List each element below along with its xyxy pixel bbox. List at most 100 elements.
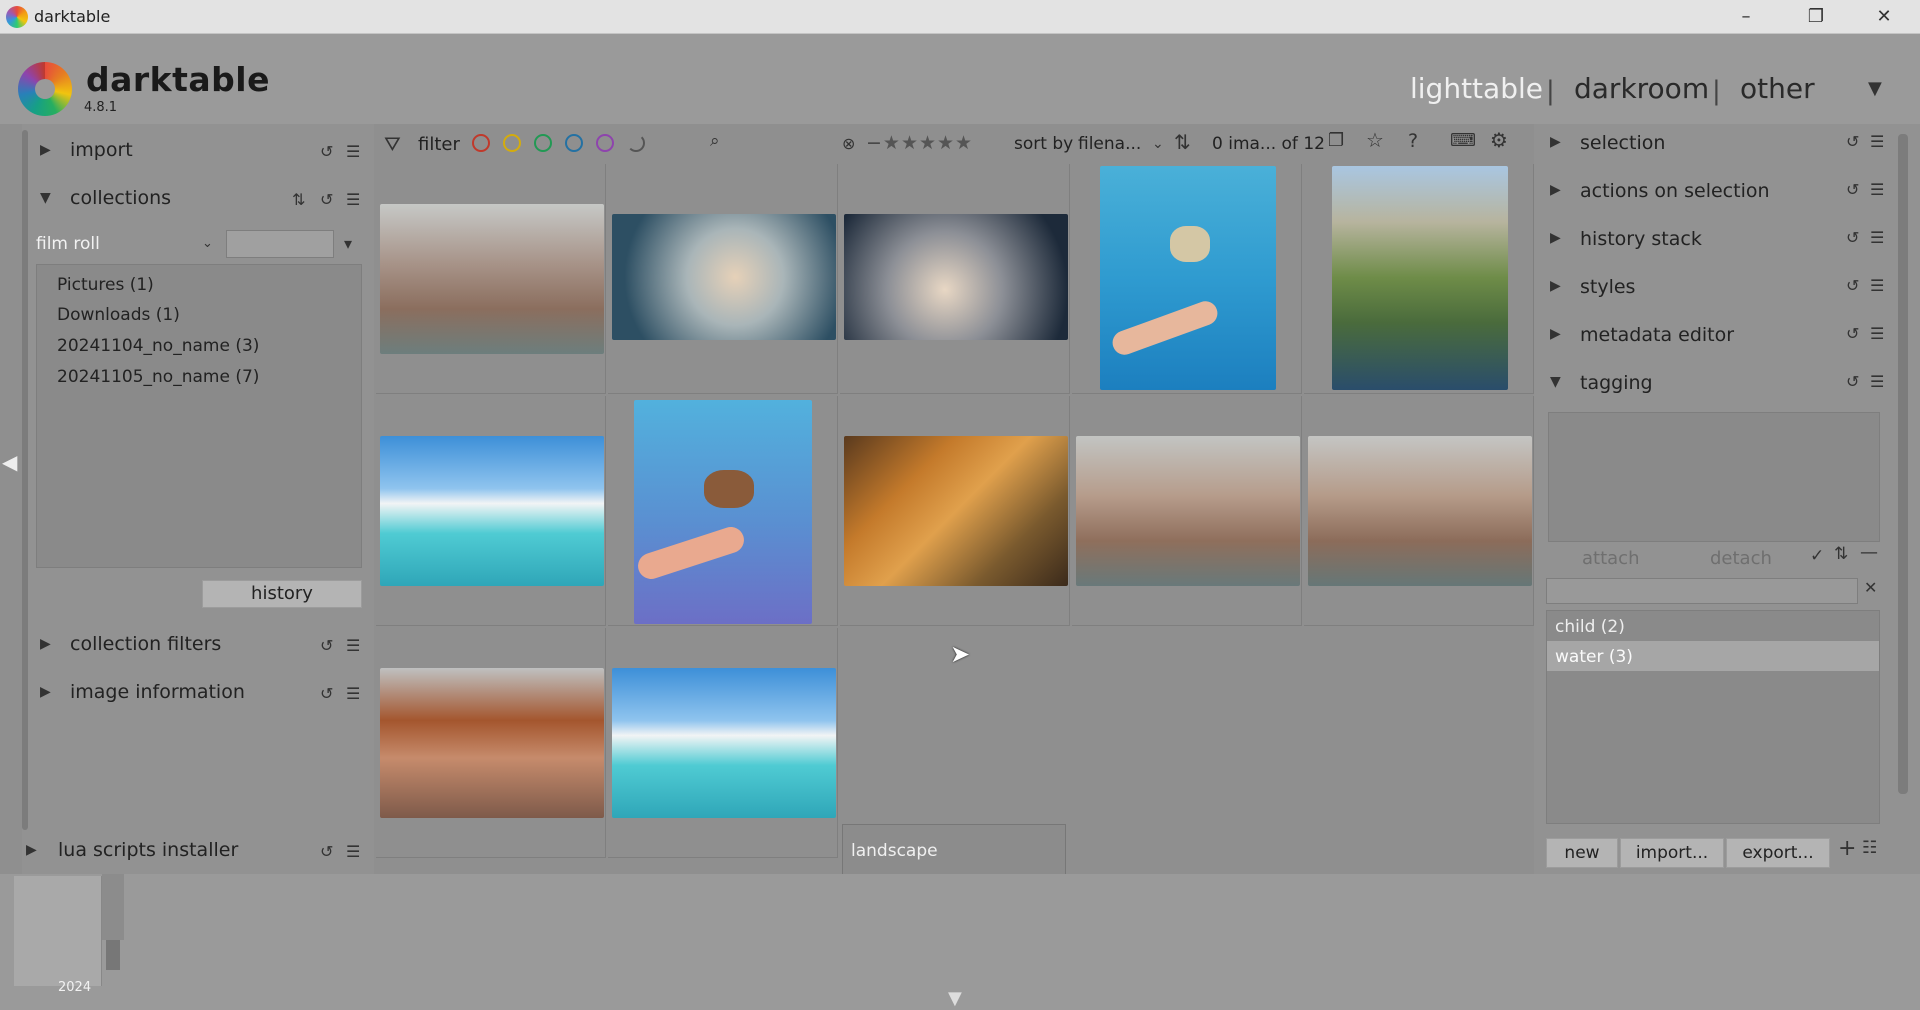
color-label-blue-icon[interactable] bbox=[565, 134, 583, 152]
thumbnail-cell[interactable] bbox=[1304, 396, 1534, 626]
reset-icon[interactable]: ↺ bbox=[320, 842, 333, 861]
thumbnail-cell[interactable] bbox=[608, 628, 838, 858]
rating-filter-stars[interactable]: −★★★★★ bbox=[866, 132, 973, 154]
film-roll-search-input[interactable] bbox=[226, 230, 334, 258]
thumbnail-cell[interactable] bbox=[376, 164, 606, 394]
list-item[interactable]: Downloads (1) bbox=[57, 305, 180, 325]
help-icon[interactable]: ? bbox=[1408, 130, 1418, 152]
thumbnail-cell[interactable] bbox=[1072, 396, 1302, 626]
thumbnail-cell[interactable] bbox=[840, 164, 1070, 394]
tag-entry-input[interactable] bbox=[1546, 578, 1858, 604]
presets-icon[interactable]: ☰ bbox=[346, 142, 360, 161]
export-tags-button[interactable]: export... bbox=[1726, 838, 1830, 868]
reset-icon[interactable]: ↺ bbox=[1846, 324, 1859, 343]
module-styles[interactable]: ▶ styles ↺ ☰ bbox=[1544, 268, 1904, 308]
filter-funnel-icon[interactable]: ⛛ bbox=[384, 132, 401, 156]
module-tagging[interactable]: ▼ tagging ↺ ☰ bbox=[1544, 364, 1904, 404]
presets-icon[interactable]: ☰ bbox=[1870, 276, 1884, 295]
thumbnail-image[interactable] bbox=[1100, 166, 1276, 390]
thumbnail-image[interactable] bbox=[634, 400, 812, 624]
reset-icon[interactable]: ↺ bbox=[320, 636, 333, 655]
color-label-green-icon[interactable] bbox=[534, 134, 552, 152]
list-item[interactable]: water (3) bbox=[1547, 641, 1879, 671]
presets-icon[interactable]: ☰ bbox=[1870, 372, 1884, 391]
thumbnail-cell[interactable] bbox=[1304, 164, 1534, 394]
module-collections[interactable]: ▼ collections ⇅ ↺ ☰ bbox=[22, 182, 374, 216]
overlays-star-icon[interactable]: ☆ bbox=[1366, 128, 1384, 152]
filter-label[interactable]: filter bbox=[418, 134, 460, 155]
sort-field-select[interactable]: filena... bbox=[1078, 134, 1141, 154]
color-label-red-icon[interactable] bbox=[472, 134, 490, 152]
search-input[interactable]: ⌕ bbox=[698, 128, 830, 158]
view-darkroom[interactable]: darkroom bbox=[1574, 72, 1709, 105]
thumbnail-image[interactable] bbox=[380, 204, 604, 354]
toggle-sort-icon[interactable]: ⇅ bbox=[1834, 544, 1848, 564]
import-tags-button[interactable]: import... bbox=[1620, 838, 1724, 868]
chevron-down-icon[interactable]: ⌄ bbox=[1152, 136, 1164, 152]
presets-icon[interactable]: ☰ bbox=[346, 842, 360, 861]
presets-icon[interactable]: ☰ bbox=[1870, 132, 1884, 151]
sort-icon[interactable]: ⇅ bbox=[292, 190, 305, 209]
module-actions-on-selection[interactable]: ▶ actions on selection ↺ ☰ bbox=[1544, 172, 1904, 212]
history-button[interactable]: history bbox=[202, 580, 362, 608]
presets-icon[interactable]: ☰ bbox=[346, 684, 360, 703]
close-button[interactable]: ✕ bbox=[1864, 4, 1904, 30]
reset-icon[interactable]: ↺ bbox=[1846, 132, 1859, 151]
module-metadata-editor[interactable]: ▶ metadata editor ↺ ☰ bbox=[1544, 316, 1904, 356]
shortcuts-keyboard-icon[interactable]: ⌨ bbox=[1450, 130, 1476, 151]
module-history-stack[interactable]: ▶ history stack ↺ ☰ bbox=[1544, 220, 1904, 260]
reset-icon[interactable]: ↺ bbox=[1846, 228, 1859, 247]
rule-dropdown-icon[interactable]: ▾ bbox=[344, 234, 352, 253]
reset-icon[interactable]: ↺ bbox=[1846, 276, 1859, 295]
new-tag-button[interactable]: new bbox=[1546, 838, 1618, 868]
module-image-information[interactable]: ▶ image information ↺ ☰ bbox=[22, 676, 374, 710]
thumbnail-cell[interactable] bbox=[608, 164, 838, 394]
thumbnail-cell[interactable] bbox=[1072, 164, 1302, 394]
timeline-bar[interactable] bbox=[106, 940, 120, 970]
list-item[interactable]: child (2) bbox=[1547, 611, 1879, 641]
reset-icon[interactable]: ↺ bbox=[320, 684, 333, 703]
module-collection-filters[interactable]: ▶ collection filters ↺ ☰ bbox=[22, 628, 374, 662]
other-dropdown-icon[interactable]: ▼ bbox=[1868, 78, 1882, 99]
left-scrollbar[interactable] bbox=[22, 130, 28, 830]
timeline-block[interactable] bbox=[14, 876, 102, 986]
presets-icon[interactable]: ☰ bbox=[1870, 180, 1884, 199]
reject-icon[interactable]: ⊗ bbox=[842, 134, 855, 153]
list-view-icon[interactable]: ☷ bbox=[1862, 838, 1877, 858]
thumbnail-image[interactable] bbox=[380, 668, 604, 818]
thumbnail-cell[interactable] bbox=[376, 396, 606, 626]
thumbnail-image[interactable] bbox=[380, 436, 604, 586]
thumbnail-image[interactable] bbox=[844, 214, 1068, 340]
preferences-gear-icon[interactable]: ⚙ bbox=[1490, 128, 1508, 152]
module-import[interactable]: ▶ import ↺ ☰ bbox=[22, 134, 374, 168]
color-label-all-icon[interactable] bbox=[627, 134, 645, 152]
reset-icon[interactable]: ↺ bbox=[1846, 180, 1859, 199]
thumbnail-cell[interactable] bbox=[376, 628, 606, 858]
attach-button[interactable]: attach bbox=[1582, 548, 1639, 569]
reset-icon[interactable]: ↺ bbox=[320, 190, 333, 209]
thumbnail-cell[interactable] bbox=[840, 396, 1070, 626]
color-label-yellow-icon[interactable] bbox=[503, 134, 521, 152]
module-selection[interactable]: ▶ selection ↺ ☰ bbox=[1544, 124, 1904, 164]
film-roll-selector[interactable]: film roll bbox=[36, 234, 100, 254]
color-label-purple-icon[interactable] bbox=[596, 134, 614, 152]
thumbnail-cell[interactable] bbox=[608, 396, 838, 626]
presets-icon[interactable]: ☰ bbox=[1870, 228, 1884, 247]
thumbnail-image[interactable] bbox=[1308, 436, 1532, 586]
collapse-icon[interactable]: — bbox=[1860, 542, 1878, 563]
list-item[interactable]: 20241105_no_name (7) bbox=[57, 367, 259, 387]
detach-button[interactable]: detach bbox=[1710, 548, 1772, 569]
module-lua-scripts-installer[interactable]: ▶ lua scripts installer ↺ ☰ bbox=[22, 834, 374, 868]
reset-icon[interactable]: ↺ bbox=[1846, 372, 1859, 391]
grouping-icon[interactable]: ❐ bbox=[1328, 130, 1344, 151]
thumbnail-image[interactable] bbox=[1332, 166, 1508, 390]
list-item[interactable]: 20241104_no_name (3) bbox=[57, 336, 259, 356]
presets-icon[interactable]: ☰ bbox=[346, 190, 360, 209]
presets-icon[interactable]: ☰ bbox=[1870, 324, 1884, 343]
add-icon[interactable]: + bbox=[1838, 836, 1856, 861]
view-lighttable[interactable]: lighttable bbox=[1410, 72, 1543, 105]
collapse-bottom-arrow-icon[interactable]: ▼ bbox=[948, 988, 962, 1009]
reset-icon[interactable]: ↺ bbox=[320, 142, 333, 161]
thumbnail-image[interactable] bbox=[844, 436, 1068, 586]
collapse-left-arrow-icon[interactable]: ◀ bbox=[2, 450, 17, 474]
